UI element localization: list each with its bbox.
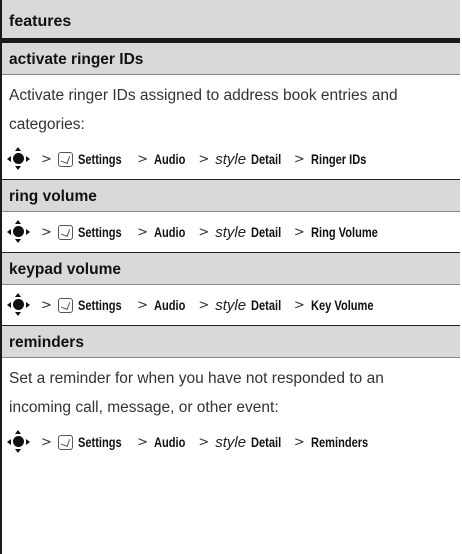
path-detail: Detail (251, 297, 282, 313)
path-separator: > (198, 151, 210, 167)
path-separator: > (137, 224, 149, 240)
path-separator: > (198, 224, 210, 240)
settings-menu-icon (57, 151, 73, 167)
feature-title: ring volume (2, 180, 460, 212)
path-item: Key Volume (310, 297, 374, 313)
feature-title: keypad volume (2, 253, 460, 285)
path-audio: Audio (154, 224, 186, 240)
path-style: style (215, 296, 247, 314)
menu-path: > Settings > Audio > style Detail > Ring… (2, 212, 460, 252)
feature-ring-volume: ring volume > Settings > Audio > style D… (2, 180, 460, 253)
path-style: style (215, 433, 247, 451)
nav-key-icon (6, 147, 30, 170)
nav-key-icon (6, 220, 30, 243)
path-separator: > (41, 151, 52, 167)
path-separator: > (293, 297, 305, 313)
path-separator: > (293, 151, 305, 167)
path-audio: Audio (154, 151, 186, 167)
path-item: Reminders (310, 434, 368, 450)
path-separator: > (137, 434, 149, 450)
menu-path: > Settings > Audio > style Detail > Ring… (2, 139, 460, 179)
path-detail: Detail (251, 224, 282, 240)
path-separator: > (41, 297, 52, 313)
path-style: style (215, 223, 247, 241)
path-separator: > (41, 224, 52, 240)
table-header: features (2, 0, 460, 43)
settings-menu-icon (57, 434, 73, 450)
path-settings: Settings (77, 434, 122, 450)
path-settings: Settings (77, 224, 122, 240)
path-separator: > (293, 224, 305, 240)
menu-path: > Settings > Audio > style Detail > Remi… (2, 422, 460, 462)
path-separator: > (137, 151, 149, 167)
feature-description: Set a reminder for when you have not res… (9, 370, 384, 416)
path-settings: Settings (77, 297, 122, 313)
path-settings: Settings (77, 151, 122, 167)
feature-title: activate ringer IDs (2, 43, 460, 75)
path-audio: Audio (154, 434, 186, 450)
feature-activate-ringer-ids: activate ringer IDs Activate ringer IDs … (2, 43, 460, 180)
path-separator: > (41, 434, 52, 450)
path-detail: Detail (251, 151, 282, 167)
path-separator: > (198, 434, 210, 450)
feature-reminders: reminders Set a reminder for when you ha… (2, 326, 460, 462)
features-table: features activate ringer IDs Activate ri… (0, 0, 460, 554)
path-item: Ring Volume (310, 224, 378, 240)
feature-keypad-volume: keypad volume > Settings > Audio > style… (2, 253, 460, 326)
settings-menu-icon (57, 297, 73, 313)
nav-key-icon (6, 430, 30, 453)
path-style: style (215, 150, 247, 168)
menu-path: > Settings > Audio > style Detail > Key … (2, 285, 460, 325)
path-separator: > (198, 297, 210, 313)
settings-menu-icon (57, 224, 73, 240)
path-detail: Detail (251, 434, 282, 450)
path-item: Ringer IDs (310, 151, 367, 167)
feature-description: Activate ringer IDs assigned to address … (9, 87, 398, 133)
path-audio: Audio (154, 297, 186, 313)
feature-title: reminders (2, 326, 460, 358)
path-separator: > (293, 434, 305, 450)
path-separator: > (137, 297, 149, 313)
header-title: features (9, 13, 72, 30)
nav-key-icon (6, 293, 30, 316)
